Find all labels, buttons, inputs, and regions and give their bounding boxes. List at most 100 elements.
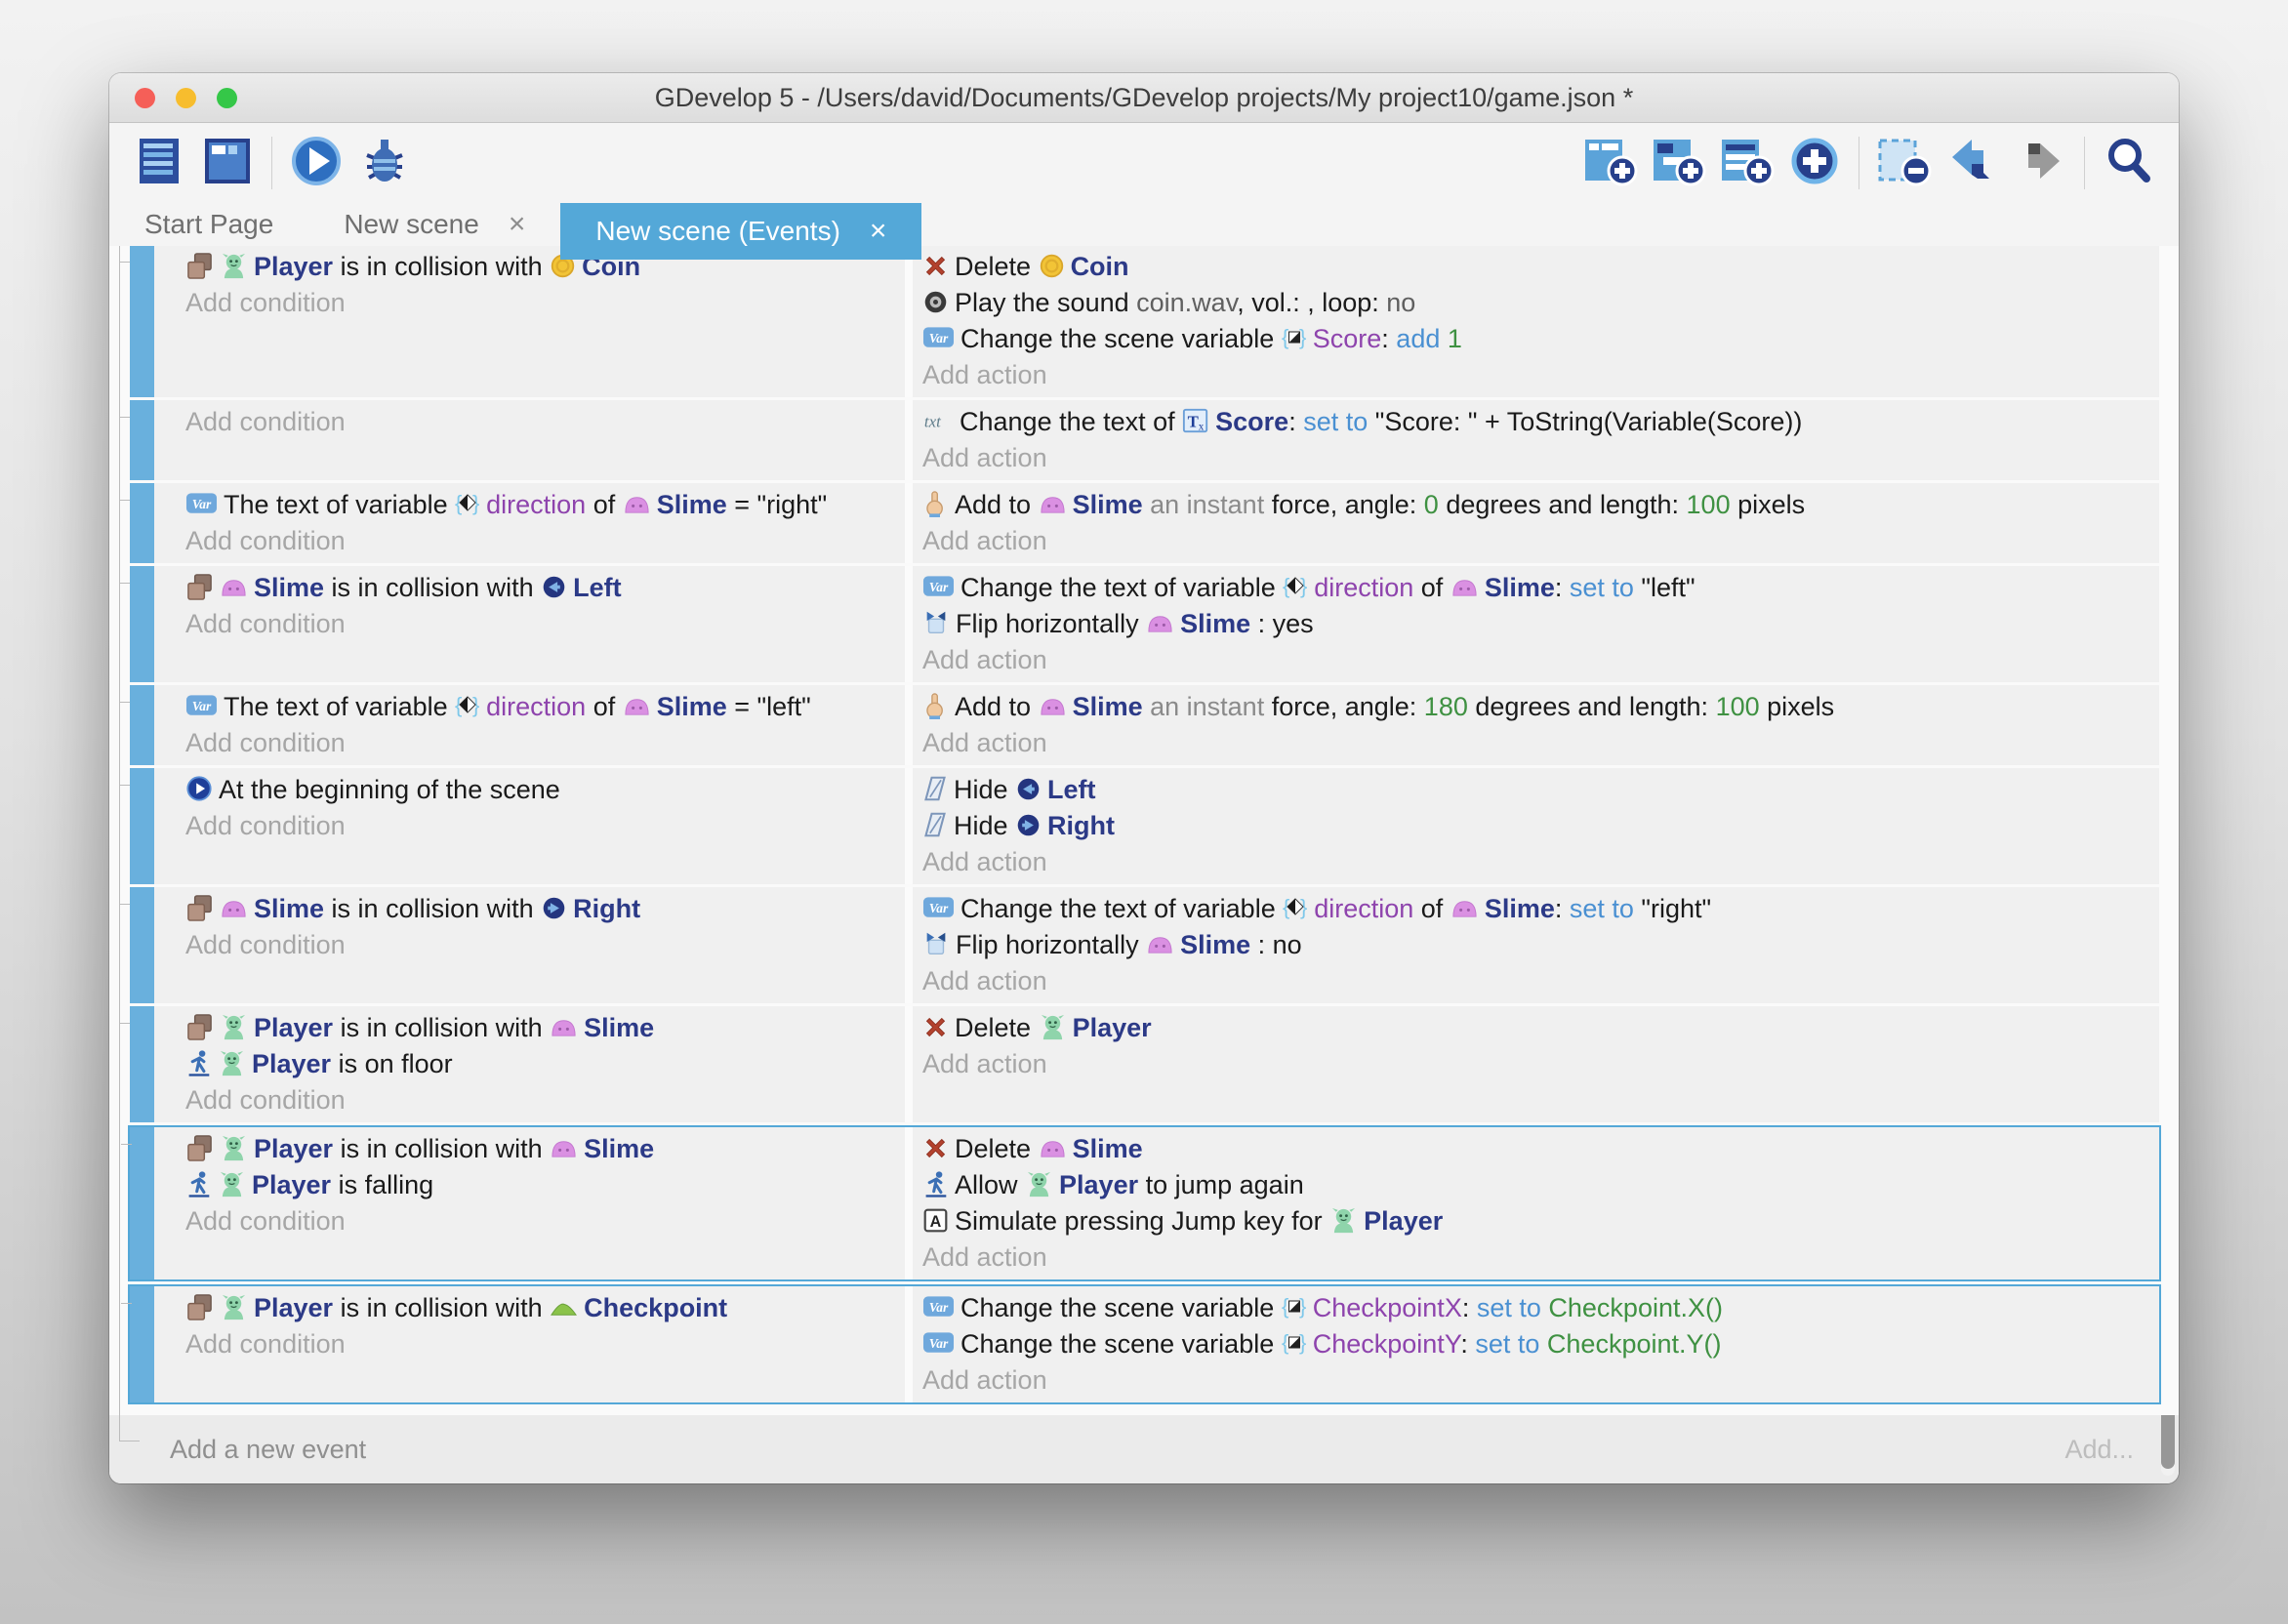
conditions-cell[interactable]: Slime is in collision with RightAdd cond… <box>154 887 913 1003</box>
add-action-link[interactable]: Add action <box>922 1365 1047 1395</box>
event-row[interactable]: VarThe text of variable {}direction of S… <box>130 483 2159 563</box>
add-comment-button[interactable] <box>1716 133 1777 193</box>
condition-line[interactable]: Slime is in collision with Left <box>185 570 905 606</box>
conditions-cell[interactable]: VarThe text of variable {}direction of S… <box>154 483 913 563</box>
action-line[interactable]: Add to Slime an instant force, angle: 0 … <box>922 487 2159 523</box>
add-condition-link[interactable]: Add condition <box>185 288 346 317</box>
add-line[interactable]: Add action <box>922 440 2159 476</box>
action-line[interactable]: VarChange the scene variable {}Checkpoin… <box>922 1326 2159 1362</box>
add-line[interactable]: Add condition <box>185 285 905 321</box>
conditions-cell[interactable]: Add condition <box>154 400 913 480</box>
add-action-link[interactable]: Add action <box>922 645 1047 674</box>
add-condition-link[interactable]: Add condition <box>185 526 346 555</box>
action-line[interactable]: Flip horizontally Slime : no <box>922 927 2159 963</box>
action-line[interactable]: VarChange the text of variable {}directi… <box>922 891 2159 927</box>
conditions-cell[interactable]: Slime is in collision with Left Add condi… <box>154 566 913 682</box>
add-line[interactable]: Add condition <box>185 725 905 761</box>
action-line[interactable]: Allow Player to jump again <box>922 1167 2159 1203</box>
condition-line[interactable]: Player is in collision with Slime <box>185 1131 905 1167</box>
event-indent-bar[interactable] <box>130 768 154 884</box>
add-line[interactable]: Add action <box>922 1046 2159 1082</box>
tab-start-page[interactable]: Start Page <box>109 203 308 246</box>
event-indent-bar[interactable] <box>130 887 154 1003</box>
event-row[interactable]: Slime is in collision with RightAdd cond… <box>130 887 2159 1003</box>
actions-cell[interactable]: Delete CoinPlay the sound coin.wav, vol.… <box>913 245 2159 397</box>
condition-line[interactable]: Slime is in collision with Right <box>185 891 905 927</box>
conditions-cell[interactable]: Player is in collision with CheckpointAd… <box>154 1286 913 1402</box>
actions-cell[interactable]: Add to Slime an instant force, angle: 18… <box>913 685 2159 765</box>
actions-cell[interactable]: VarChange the text of variable {}directi… <box>913 566 2159 682</box>
action-line[interactable]: VarChange the scene variable {}Score: ad… <box>922 321 2159 357</box>
action-line[interactable]: VarChange the scene variable {}Checkpoin… <box>922 1290 2159 1326</box>
action-line[interactable]: VarChange the text of variable {}directi… <box>922 570 2159 606</box>
action-line[interactable]: txtChange the text of TxScore: set to "S… <box>922 404 2159 440</box>
add-line[interactable]: Add condition <box>185 404 905 440</box>
scene-editor-button[interactable] <box>197 133 258 193</box>
redo-button[interactable] <box>2010 133 2070 193</box>
add-condition-link[interactable]: Add condition <box>185 728 346 757</box>
actions-cell[interactable]: VarChange the text of variable {}directi… <box>913 887 2159 1003</box>
condition-line[interactable]: Player is falling <box>185 1167 905 1203</box>
add-action-link[interactable]: Add action <box>922 1242 1047 1272</box>
action-line[interactable]: Delete Player <box>922 1010 2159 1046</box>
add-line[interactable]: Add condition <box>185 606 905 642</box>
add-condition-link[interactable]: Add condition <box>185 1206 346 1236</box>
add-action-link[interactable]: Add action <box>922 966 1047 995</box>
add-line[interactable]: Add action <box>922 523 2159 559</box>
action-line[interactable]: Hide Left <box>922 772 2159 808</box>
add-line[interactable]: Add condition <box>185 1326 905 1362</box>
conditions-cell[interactable]: Player is in collision with CoinAdd cond… <box>154 245 913 397</box>
add-line[interactable]: Add action <box>922 1239 2159 1276</box>
zoom-window-button[interactable] <box>217 88 237 108</box>
condition-line[interactable]: VarThe text of variable {}direction of S… <box>185 689 905 725</box>
add-condition-link[interactable]: Add condition <box>185 609 346 638</box>
conditions-cell[interactable]: Player is in collision with SlimePlayer … <box>154 1006 913 1122</box>
conditions-cell[interactable]: VarThe text of variable {}direction of S… <box>154 685 913 765</box>
add-action-link[interactable]: Add action <box>922 1049 1047 1078</box>
add-subevent-button[interactable] <box>1648 133 1708 193</box>
condition-line[interactable]: VarThe text of variable {}direction of S… <box>185 487 905 523</box>
add-line[interactable]: Add condition <box>185 1082 905 1118</box>
add-line[interactable]: Add action <box>922 1362 2159 1399</box>
add-action-link[interactable]: Add action <box>922 360 1047 389</box>
event-row[interactable]: Slime is in collision with Left Add condi… <box>130 566 2159 682</box>
add-more-link[interactable]: Add... <box>2064 1435 2134 1465</box>
minimize-window-button[interactable] <box>176 88 196 108</box>
action-line[interactable]: Add to Slime an instant force, angle: 18… <box>922 689 2159 725</box>
event-indent-bar[interactable] <box>130 245 154 397</box>
add-action-link[interactable]: Add action <box>922 847 1047 876</box>
add-line[interactable]: Add action <box>922 844 2159 880</box>
add-line[interactable]: Add condition <box>185 523 905 559</box>
tab-new-scene[interactable]: New scene × <box>308 203 560 246</box>
add-line[interactable]: Add action <box>922 963 2159 999</box>
add-line[interactable]: Add condition <box>185 808 905 844</box>
title-bar[interactable]: GDevelop 5 - /Users/david/Documents/GDev… <box>109 73 2179 123</box>
action-line[interactable]: ASimulate pressing Jump key for Player <box>922 1203 2159 1239</box>
preview-button[interactable] <box>286 133 347 193</box>
actions-cell[interactable]: Delete SlimeAllow Player to jump againAS… <box>913 1127 2159 1279</box>
actions-cell[interactable]: Delete Player Add action <box>913 1006 2159 1122</box>
add-line[interactable]: Add action <box>922 642 2159 678</box>
condition-line[interactable]: Player is in collision with Slime <box>185 1010 905 1046</box>
delete-event-button[interactable] <box>1873 133 1934 193</box>
add-condition-link[interactable]: Add condition <box>185 811 346 840</box>
add-event-button[interactable] <box>1579 133 1640 193</box>
add-action-link[interactable]: Add action <box>922 526 1047 555</box>
event-indent-bar[interactable] <box>130 1286 154 1402</box>
add-line[interactable]: Add action <box>922 357 2159 393</box>
event-row[interactable]: Player is in collision with CoinAdd cond… <box>130 245 2159 397</box>
add-condition-link[interactable]: Add condition <box>185 1085 346 1115</box>
event-indent-bar[interactable] <box>130 400 154 480</box>
action-line[interactable]: Delete Slime <box>922 1131 2159 1167</box>
add-choose-button[interactable] <box>1784 133 1845 193</box>
event-indent-bar[interactable] <box>130 1006 154 1122</box>
conditions-cell[interactable]: At the beginning of the scene Add conditi… <box>154 768 913 884</box>
search-button[interactable] <box>2099 133 2159 193</box>
event-row[interactable]: At the beginning of the scene Add conditi… <box>130 768 2159 884</box>
undo-button[interactable] <box>1941 133 2002 193</box>
action-line[interactable]: Delete Coin <box>922 249 2159 285</box>
event-row[interactable]: VarThe text of variable {}direction of S… <box>130 685 2159 765</box>
actions-cell[interactable]: txtChange the text of TxScore: set to "S… <box>913 400 2159 480</box>
event-row[interactable]: Player is in collision with SlimePlayer … <box>130 1006 2159 1122</box>
condition-line[interactable]: At the beginning of the scene <box>185 772 905 808</box>
